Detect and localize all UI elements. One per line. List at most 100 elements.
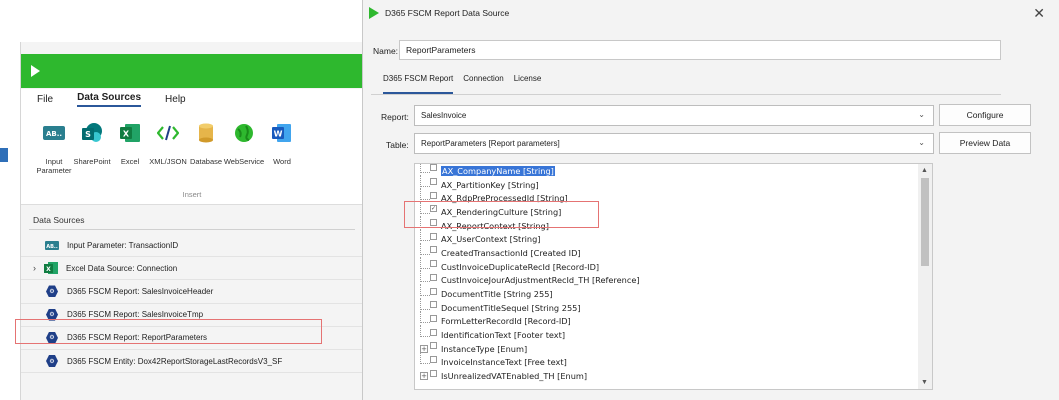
excel-icon: X (118, 121, 142, 145)
checkbox[interactable] (430, 287, 437, 295)
ribbon-tab-file[interactable]: File (37, 94, 53, 105)
tree-item-label: CreatedTransactionId [Created ID] (441, 247, 581, 258)
checkbox[interactable] (430, 232, 437, 240)
svg-text:X: X (46, 266, 51, 273)
tree-item[interactable]: DocumentTitle [String 255] (415, 284, 919, 301)
highlight-box (15, 319, 322, 344)
vertical-scrollbar[interactable]: ▲ ▼ (918, 164, 932, 389)
tree-item-label: DocumentTitle [String 255] (441, 289, 553, 300)
svg-text:W: W (274, 130, 283, 139)
checkbox[interactable] (430, 355, 437, 363)
ribbon-button-label: WebService (223, 157, 265, 166)
tree-item[interactable]: CustInvoiceDuplicateRecId [Record-ID] (415, 256, 919, 274)
tree-item[interactable]: InvoiceInstanceText [Free text] (415, 352, 919, 370)
chevron-down-icon: ⌄ (918, 138, 925, 147)
fields-tree-list: AX_CompanyName [String] AX_PartitionKey … (415, 164, 919, 389)
data-source-label: Excel Data Source: Connection (66, 263, 178, 273)
scroll-up-icon[interactable]: ▲ (921, 167, 928, 174)
checkbox[interactable] (430, 314, 437, 322)
table-select-value: ReportParameters [Report parameters] (421, 139, 560, 148)
excel-button[interactable]: X Excel (111, 121, 149, 175)
svg-text:X: X (123, 130, 130, 139)
highlight-box (404, 201, 599, 228)
sharepoint-button[interactable]: S SharePoint (73, 121, 111, 175)
close-icon[interactable]: ✕ (1033, 5, 1045, 22)
tree-item[interactable]: AX_UserContext [String] (415, 229, 919, 246)
designer-window: File Data Sources Help AB.. Input Parame… (20, 42, 363, 400)
data-source-item[interactable]: › X Excel Data Source: Connection (21, 257, 363, 281)
tree-branch (420, 297, 430, 310)
configure-button[interactable]: Configure (939, 104, 1031, 126)
chevron-right-icon[interactable]: › (33, 263, 36, 273)
divider (371, 94, 1001, 95)
data-source-label: D365 FSCM Report: SalesInvoiceHeader (67, 286, 214, 296)
data-source-item[interactable]: AB.. Input Parameter: TransactionID (21, 234, 363, 258)
input-parameter-icon: AB.. (45, 239, 59, 251)
scroll-down-icon[interactable]: ▼ (921, 379, 928, 386)
checkbox[interactable] (430, 178, 437, 186)
expand-icon[interactable]: + (420, 372, 428, 381)
side-tab-cut (0, 148, 8, 162)
checkbox[interactable] (430, 246, 437, 254)
app-logo-icon (369, 7, 379, 19)
ribbon-button-label: Word (273, 157, 291, 166)
tree-item-label: DocumentTitleSequel [String 255] (441, 302, 581, 313)
checkbox[interactable] (430, 369, 437, 377)
play-icon[interactable] (31, 65, 40, 77)
data-source-item[interactable]: ⚙ D365 FSCM Report: SalesInvoiceHeader (21, 280, 363, 304)
checkbox[interactable] (430, 164, 437, 172)
ribbon-tab-data-sources[interactable]: Data Sources (77, 92, 142, 107)
tree-item[interactable]: FormLetterRecordId [Record-ID] (415, 311, 919, 329)
preview-data-button[interactable]: Preview Data (939, 132, 1031, 154)
scrollbar-thumb[interactable] (921, 178, 929, 266)
data-sources-header: Data Sources (33, 215, 85, 225)
checkbox[interactable] (430, 342, 437, 350)
word-button[interactable]: W Word (263, 121, 301, 175)
tab-d365-fscm-report[interactable]: D365 FSCM Report (383, 74, 454, 94)
tree-item[interactable]: CustInvoiceJourAdjustmentRecId_TH [Refer… (415, 270, 919, 288)
tree-item[interactable]: CreatedTransactionId [Created ID] (415, 242, 919, 260)
tree-item[interactable]: AX_PartitionKey [String] (415, 174, 919, 192)
webservice-button[interactable]: WebService (223, 121, 265, 175)
checkbox[interactable] (430, 328, 437, 336)
tree-item-label: InstanceType [Enum] (441, 343, 528, 354)
tree-branch (420, 256, 430, 269)
input-parameter-icon: AB.. (42, 121, 66, 145)
tab-license[interactable]: License (514, 74, 542, 94)
data-source-item[interactable]: ⚙ D365 FSCM Entity: Dox42ReportStorageLa… (21, 350, 363, 374)
checkbox[interactable] (430, 301, 437, 309)
ribbon-tabs: File Data Sources Help (21, 89, 363, 109)
checkbox[interactable] (430, 273, 437, 281)
tree-item[interactable]: DocumentTitleSequel [String 255] (415, 297, 919, 315)
database-button[interactable]: Database (187, 121, 225, 175)
input-parameter-button[interactable]: AB.. Input Parameter (35, 121, 73, 175)
tree-branch (420, 270, 430, 283)
fields-tree[interactable]: AX_CompanyName [String] AX_PartitionKey … (414, 163, 933, 390)
checkbox[interactable] (430, 191, 437, 199)
tree-item[interactable]: + IsUnrealizedVATEnabled_TH [Enum] (415, 369, 919, 383)
xml-json-button[interactable]: XML/JSON (149, 121, 187, 175)
tree-branch (420, 284, 430, 297)
svg-text:AB..: AB.. (46, 244, 58, 250)
tree-item-label: InvoiceInstanceText [Free text] (441, 357, 567, 368)
tree-item-label: CustInvoiceJourAdjustmentRecId_TH [Refer… (441, 275, 640, 286)
report-label: Report: (381, 112, 409, 122)
tree-item-label: IdentificationText [Footer text] (441, 330, 566, 341)
d365-icon: ⚙ (45, 285, 59, 298)
name-input[interactable]: ReportParameters (399, 40, 1001, 60)
table-select[interactable]: ReportParameters [Report parameters] ⌄ (414, 133, 934, 154)
report-select[interactable]: SalesInvoice ⌄ (414, 105, 934, 126)
tree-item-label: CustInvoiceDuplicateRecId [Record-ID] (441, 261, 600, 272)
ribbon-tab-help[interactable]: Help (165, 94, 186, 105)
screen: File Data Sources Help AB.. Input Parame… (0, 0, 1059, 400)
tree-branch (420, 164, 430, 173)
ribbon-buttons: AB.. Input Parameter S SharePoint X Exce… (35, 121, 301, 175)
tree-item[interactable]: IdentificationText [Footer text] (415, 325, 919, 342)
checkbox[interactable] (430, 260, 437, 268)
tree-item[interactable]: AX_CompanyName [String] (415, 164, 919, 178)
table-label: Table: (386, 140, 409, 150)
tree-item[interactable]: + InstanceType [Enum] (415, 342, 919, 356)
app-header-bar (21, 54, 363, 88)
tab-connection[interactable]: Connection (463, 74, 503, 94)
tree-item-label: AX_CompanyName [String] (441, 165, 555, 176)
